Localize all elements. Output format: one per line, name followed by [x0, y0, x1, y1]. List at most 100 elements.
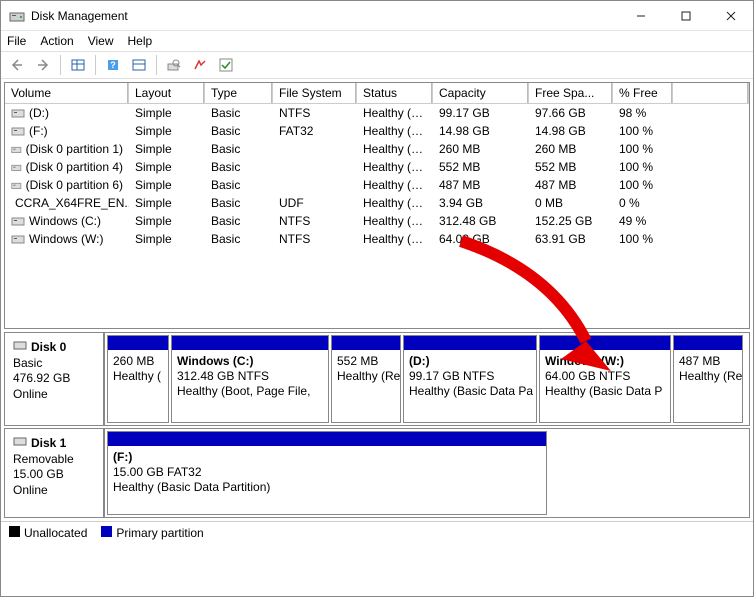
volume-pct: 100 %: [613, 232, 673, 246]
action-button[interactable]: [188, 54, 212, 76]
disk-size: 15.00 GB: [13, 467, 95, 483]
partition[interactable]: (D:)99.17 GB NTFSHealthy (Basic Data Pa: [403, 335, 537, 423]
volume-capacity: 3.94 GB: [433, 196, 529, 210]
volume-status: Healthy (E...: [357, 142, 433, 156]
col-type[interactable]: Type: [205, 83, 273, 104]
partition-size: 260 MB: [113, 354, 154, 368]
volume-row[interactable]: (Disk 0 partition 1)SimpleBasicHealthy (…: [5, 140, 749, 158]
volume-row[interactable]: (F:)SimpleBasicFAT32Healthy (B...14.98 G…: [5, 122, 749, 140]
help-button[interactable]: ?: [101, 54, 125, 76]
col-remainder: [673, 83, 749, 104]
partition-status: Healthy (: [113, 369, 161, 383]
drive-icon: [11, 233, 25, 245]
partition-stripe: [108, 336, 168, 350]
col-status[interactable]: Status: [357, 83, 433, 104]
volume-capacity: 99.17 GB: [433, 106, 529, 120]
minimize-button[interactable]: [618, 1, 663, 30]
volume-fs: NTFS: [273, 106, 357, 120]
volume-free: 97.66 GB: [529, 106, 613, 120]
volume-row[interactable]: (D:)SimpleBasicNTFSHealthy (B...99.17 GB…: [5, 104, 749, 122]
volume-capacity: 312.48 GB: [433, 214, 529, 228]
partition[interactable]: 260 MBHealthy (: [107, 335, 169, 423]
partition-stripe: [332, 336, 400, 350]
volume-status: Healthy (P...: [357, 196, 433, 210]
volume-free: 152.25 GB: [529, 214, 613, 228]
volume-capacity: 64.00 GB: [433, 232, 529, 246]
disk-type: Basic: [13, 356, 95, 372]
volume-list: Volume Layout Type File System Status Ca…: [4, 82, 750, 329]
disk-info[interactable]: Disk 0Basic476.92 GBOnline: [5, 333, 105, 425]
volume-row[interactable]: (Disk 0 partition 4)SimpleBasicHealthy (…: [5, 158, 749, 176]
partition-label: Windows (W:): [545, 354, 624, 368]
col-pct[interactable]: % Free: [613, 83, 673, 104]
col-volume[interactable]: Volume: [5, 83, 129, 104]
menubar: File Action View Help: [1, 31, 753, 51]
disk-name: Disk 0: [31, 340, 66, 356]
volume-free: 487 MB: [529, 178, 613, 192]
disk-size: 476.92 GB: [13, 371, 95, 387]
checklist-button[interactable]: [214, 54, 238, 76]
col-fs[interactable]: File System: [273, 83, 357, 104]
col-capacity[interactable]: Capacity: [433, 83, 529, 104]
partition-stripe: [674, 336, 742, 350]
volume-status: Healthy (R...: [357, 160, 433, 174]
volume-layout: Simple: [129, 106, 205, 120]
volume-type: Basic: [205, 196, 273, 210]
svg-text:?: ?: [110, 60, 116, 70]
partition-status: Healthy (Re: [337, 369, 400, 383]
refresh-button[interactable]: [127, 54, 151, 76]
volume-free: 14.98 GB: [529, 124, 613, 138]
volume-name: CCRA_X64FRE_EN...: [15, 196, 129, 210]
volume-row[interactable]: Windows (W:)SimpleBasicNTFSHealthy (B...…: [5, 230, 749, 248]
partition-stripe: [404, 336, 536, 350]
partition-stripe: [540, 336, 670, 350]
back-button[interactable]: [5, 54, 29, 76]
volume-free: 63.91 GB: [529, 232, 613, 246]
volume-pct: 49 %: [613, 214, 673, 228]
partition-stripe: [172, 336, 328, 350]
partition[interactable]: Windows (W:)64.00 GB NTFSHealthy (Basic …: [539, 335, 671, 423]
volume-pct: 100 %: [613, 178, 673, 192]
disk-partitions: 260 MBHealthy (Windows (C:)312.48 GB NTF…: [105, 333, 749, 425]
volume-pct: 98 %: [613, 106, 673, 120]
col-free[interactable]: Free Spa...: [529, 83, 613, 104]
volume-capacity: 14.98 GB: [433, 124, 529, 138]
volume-type: Basic: [205, 106, 273, 120]
legend-primary: Primary partition: [101, 526, 203, 540]
partition[interactable]: 487 MBHealthy (Re: [673, 335, 743, 423]
volume-fs: FAT32: [273, 124, 357, 138]
volume-pct: 100 %: [613, 142, 673, 156]
volume-row[interactable]: CCRA_X64FRE_EN...SimpleBasicUDFHealthy (…: [5, 194, 749, 212]
app-icon: [9, 8, 25, 24]
disk-icon: [13, 435, 27, 452]
forward-button[interactable]: [31, 54, 55, 76]
partition-status: Healthy (Basic Data Partition): [113, 480, 270, 494]
drive-icon: [11, 215, 25, 227]
volume-status: Healthy (R...: [357, 178, 433, 192]
menu-file[interactable]: File: [7, 34, 26, 48]
drive-icon: [11, 107, 25, 119]
volume-row[interactable]: (Disk 0 partition 6)SimpleBasicHealthy (…: [5, 176, 749, 194]
partition[interactable]: Windows (C:)312.48 GB NTFSHealthy (Boot,…: [171, 335, 329, 423]
col-layout[interactable]: Layout: [129, 83, 205, 104]
window-title: Disk Management: [31, 9, 618, 23]
volume-fs: NTFS: [273, 214, 357, 228]
partition[interactable]: (F:)15.00 GB FAT32Healthy (Basic Data Pa…: [107, 431, 547, 515]
menu-help[interactable]: Help: [128, 34, 153, 48]
volume-layout: Simple: [129, 160, 205, 174]
disk-info[interactable]: Disk 1Removable15.00 GBOnline: [5, 429, 105, 517]
volume-row[interactable]: Windows (C:)SimpleBasicNTFSHealthy (B...…: [5, 212, 749, 230]
menu-view[interactable]: View: [88, 34, 114, 48]
close-button[interactable]: [708, 1, 753, 30]
partition[interactable]: 552 MBHealthy (Re: [331, 335, 401, 423]
maximize-button[interactable]: [663, 1, 708, 30]
volume-layout: Simple: [129, 214, 205, 228]
volume-status: Healthy (B...: [357, 106, 433, 120]
disk-name: Disk 1: [31, 436, 66, 452]
properties-button[interactable]: [162, 54, 186, 76]
disk-partitions: (F:)15.00 GB FAT32Healthy (Basic Data Pa…: [105, 429, 749, 517]
volume-layout: Simple: [129, 196, 205, 210]
menu-action[interactable]: Action: [40, 34, 73, 48]
view-button[interactable]: [66, 54, 90, 76]
disk-graphical-panel: Disk 0Basic476.92 GBOnline260 MBHealthy …: [4, 332, 750, 518]
